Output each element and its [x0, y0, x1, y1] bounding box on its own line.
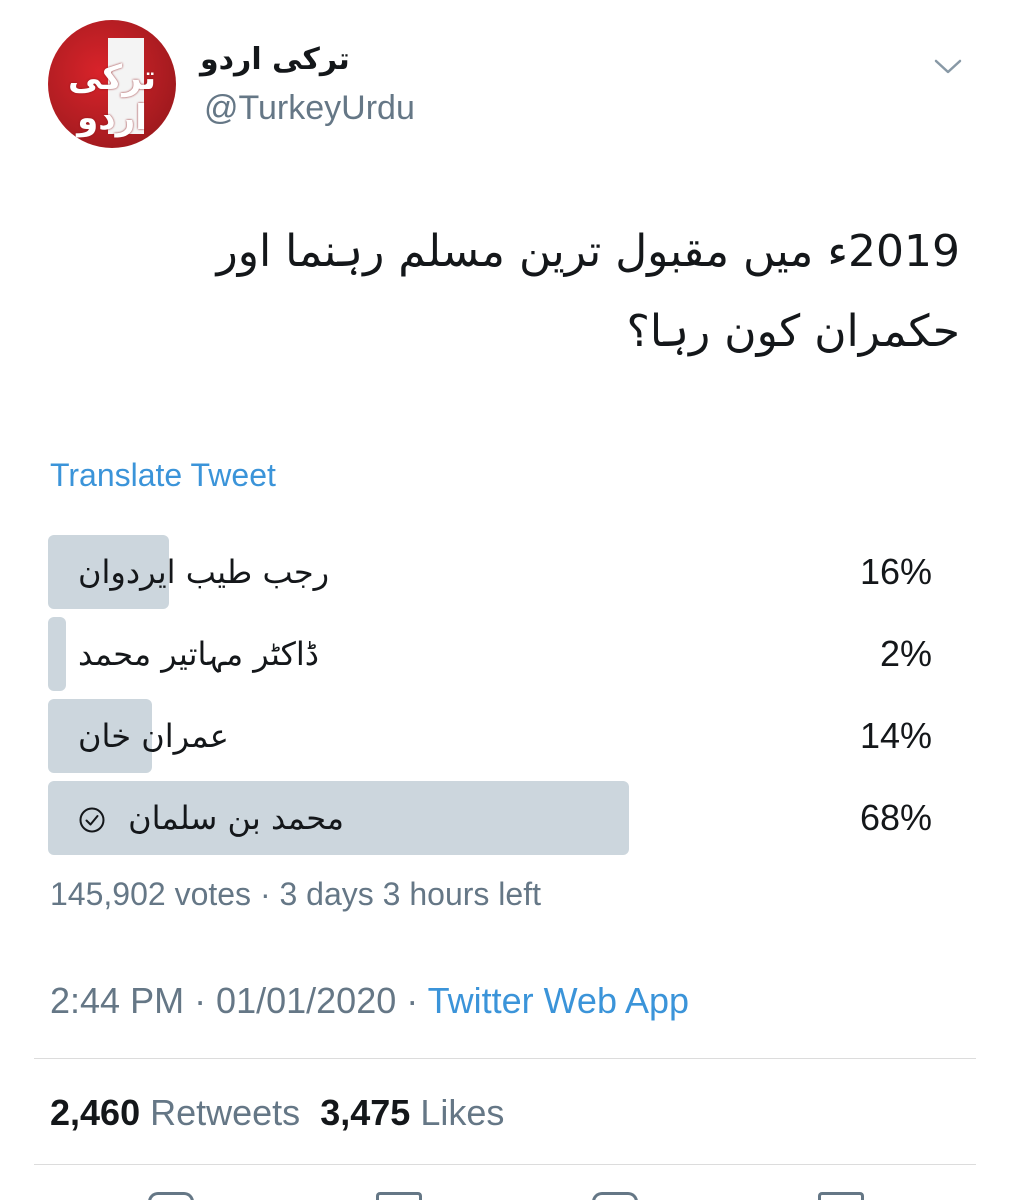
action-bar — [0, 1186, 1009, 1200]
display-name[interactable]: ترکی اردو — [200, 40, 350, 80]
poll-option-percent: 14% — [859, 715, 932, 756]
avatar[interactable]: ترکی اردو — [48, 20, 176, 148]
poll-option-label-text: محمد بن سلمان — [128, 799, 345, 837]
tweet-stats: 2,460 Retweets 3,475 Likes — [50, 1090, 504, 1136]
likes-stat[interactable]: 3,475 Likes — [320, 1092, 504, 1133]
poll-option-percent: 2% — [879, 633, 932, 674]
tweet-text: 2019ء میں مقبول ترین مسلم رہنما اور حکمر… — [40, 212, 960, 372]
tweet-text-line: 2019ء میں مقبول ترین مسلم رہنما اور — [216, 226, 960, 277]
check-circle-icon — [79, 807, 105, 833]
retweets-stat[interactable]: 2,460 Retweets — [50, 1092, 300, 1133]
divider — [34, 1164, 976, 1165]
tweet-source-link[interactable]: Twitter Web App — [428, 980, 689, 1021]
poll-option: رجب طیب ایردوان 16% — [48, 535, 932, 609]
share-icon[interactable] — [818, 1192, 864, 1200]
likes-label: Likes — [420, 1092, 505, 1133]
poll-option-label: محمد بن سلمان — [78, 781, 344, 855]
tweet-text-line: حکمران کون رہا؟ — [626, 306, 960, 357]
poll-option: محمد بن سلمان 68% — [48, 781, 932, 855]
poll-option-percent: 68% — [859, 797, 932, 838]
poll-bar — [48, 617, 66, 691]
retweets-label: Retweets — [150, 1092, 301, 1133]
poll-option-label: رجب طیب ایردوان — [78, 553, 330, 591]
poll-option: عمران خان 14% — [48, 699, 932, 773]
user-handle[interactable]: @TurkeyUrdu — [204, 88, 415, 128]
tweet-timestamp: 2:44 PM · 01/01/2020 · Twitter Web App — [50, 978, 689, 1024]
like-icon[interactable] — [592, 1192, 638, 1200]
likes-count: 3,475 — [320, 1092, 411, 1133]
tweet-card: ترکی اردو ترکی اردو @TurkeyUrdu 2019ء می… — [0, 0, 1009, 1200]
poll-option: ڈاکٹر مہاتیر محمد 2% — [48, 617, 932, 691]
poll-option-label: ڈاکٹر مہاتیر محمد — [78, 635, 319, 673]
tweet-time-date[interactable]: 2:44 PM · 01/01/2020 · — [50, 980, 428, 1021]
poll-meta: 145,902 votes · 3 days 3 hours left — [50, 876, 541, 912]
translate-tweet-link[interactable]: Translate Tweet — [50, 455, 276, 495]
retweet-icon[interactable] — [376, 1192, 422, 1200]
divider — [34, 1058, 976, 1059]
avatar-logo-text: ترکی اردو — [67, 58, 157, 138]
retweets-count: 2,460 — [50, 1092, 141, 1133]
chevron-down-icon[interactable] — [932, 52, 964, 80]
poll-option-percent: 16% — [859, 551, 932, 592]
poll-option-label: عمران خان — [78, 717, 229, 755]
reply-icon[interactable] — [148, 1192, 194, 1200]
